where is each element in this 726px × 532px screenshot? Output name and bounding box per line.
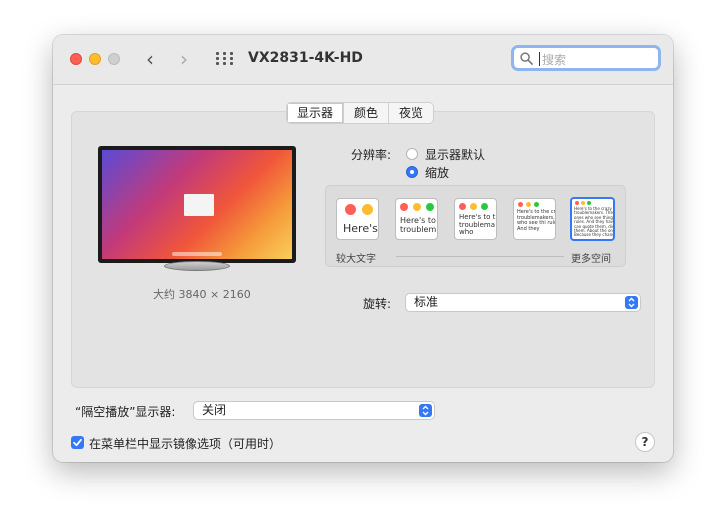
red-dot-icon [518,202,523,207]
radio-scaled[interactable] [406,166,418,178]
scale-sample-text: Here's to the cr troublemakers. ones who… [517,209,556,232]
airplay-value: 关闭 [202,403,227,417]
green-dot-icon [426,203,434,211]
resolution-note: 大约 3840 × 2160 [153,288,251,301]
option-default-for-display[interactable]: 显示器默认 [425,146,485,163]
back-button[interactable]: ‹ [146,49,154,69]
monitor-stand [164,261,230,271]
airplay-display-select[interactable]: 关闭 [193,401,435,420]
yellow-dot-icon [362,204,373,215]
close-button[interactable] [70,53,82,65]
scale-sample-text: Here's to t troublema ones who [459,213,496,237]
red-dot-icon [459,203,466,210]
screen-dock-graphic [172,252,222,256]
monitor-illustration [98,146,296,263]
scale-sample-text: Here's [343,222,378,235]
tab-display[interactable]: 显示器 [287,103,344,123]
radio-default-for-display[interactable] [406,148,418,160]
red-dot-icon [345,204,356,215]
green-dot-icon [481,203,488,210]
option-scaled[interactable]: 缩放 [425,164,449,181]
green-dot-icon [587,201,591,205]
show-mirroring-checkbox[interactable] [71,436,84,449]
yellow-dot-icon [413,203,421,211]
yellow-dot-icon [526,202,531,207]
tab-bar: 显示器 颜色 夜览 [286,102,435,124]
text-caret [539,52,540,66]
minimize-button[interactable] [89,53,101,65]
resolution-label: 分辨率: [351,148,392,162]
title-bar: ‹ › VX2831-4K-HD 搜索 [53,35,673,85]
monitor-screen [102,150,292,259]
forward-button[interactable]: › [180,49,188,69]
system-preferences-window: ‹ › VX2831-4K-HD 搜索 显示器 颜色 夜览 大约 3840 × … [53,35,673,462]
green-dot-icon [534,202,539,207]
search-placeholder: 搜索 [542,53,567,67]
rotation-select[interactable]: 标准 [405,293,641,312]
scale-option-3[interactable]: Here's to t troublema ones who [454,198,497,240]
scale-min-label: 较大文字 [336,254,376,265]
scale-sample-text: Here's to t troublem [400,216,438,234]
scale-track [396,256,564,257]
screen-window-graphic [184,194,214,216]
scale-option-2[interactable]: Here's to t troublem [395,198,438,240]
red-dot-icon [575,201,579,205]
window-title: VX2831-4K-HD [248,50,363,66]
scale-option-4[interactable]: Here's to the cr troublemakers. ones who… [513,198,556,240]
scaling-options: Here's Here's to t troublem Here's to t … [325,185,626,267]
yellow-dot-icon [581,201,585,205]
tab-color[interactable]: 颜色 [343,103,388,123]
red-dot-icon [400,203,408,211]
yellow-dot-icon [470,203,477,210]
zoom-button[interactable] [108,53,120,65]
scale-option-1[interactable]: Here's [336,198,379,240]
rotation-label: 旋转: [363,297,392,311]
airplay-display-label: “隔空播放”显示器: [75,405,176,419]
scale-sample-text: Here's to the crazy one troublemakers. T… [574,206,615,238]
stepper-chevrons-icon [625,296,638,309]
search-field[interactable]: 搜索 [511,45,661,71]
scale-option-5-selected[interactable]: Here's to the crazy one troublemakers. T… [570,197,615,241]
search-icon [520,52,533,65]
show-mirroring-label[interactable]: 在菜单栏中显示镜像选项（可用时） [89,435,281,452]
rotation-value: 标准 [414,295,439,309]
show-all-grid-icon[interactable] [216,52,233,66]
stepper-chevrons-icon [419,404,432,417]
tab-night-shift[interactable]: 夜览 [388,103,433,123]
help-button[interactable]: ? [635,432,655,452]
scale-max-label: 更多空间 [571,254,611,265]
